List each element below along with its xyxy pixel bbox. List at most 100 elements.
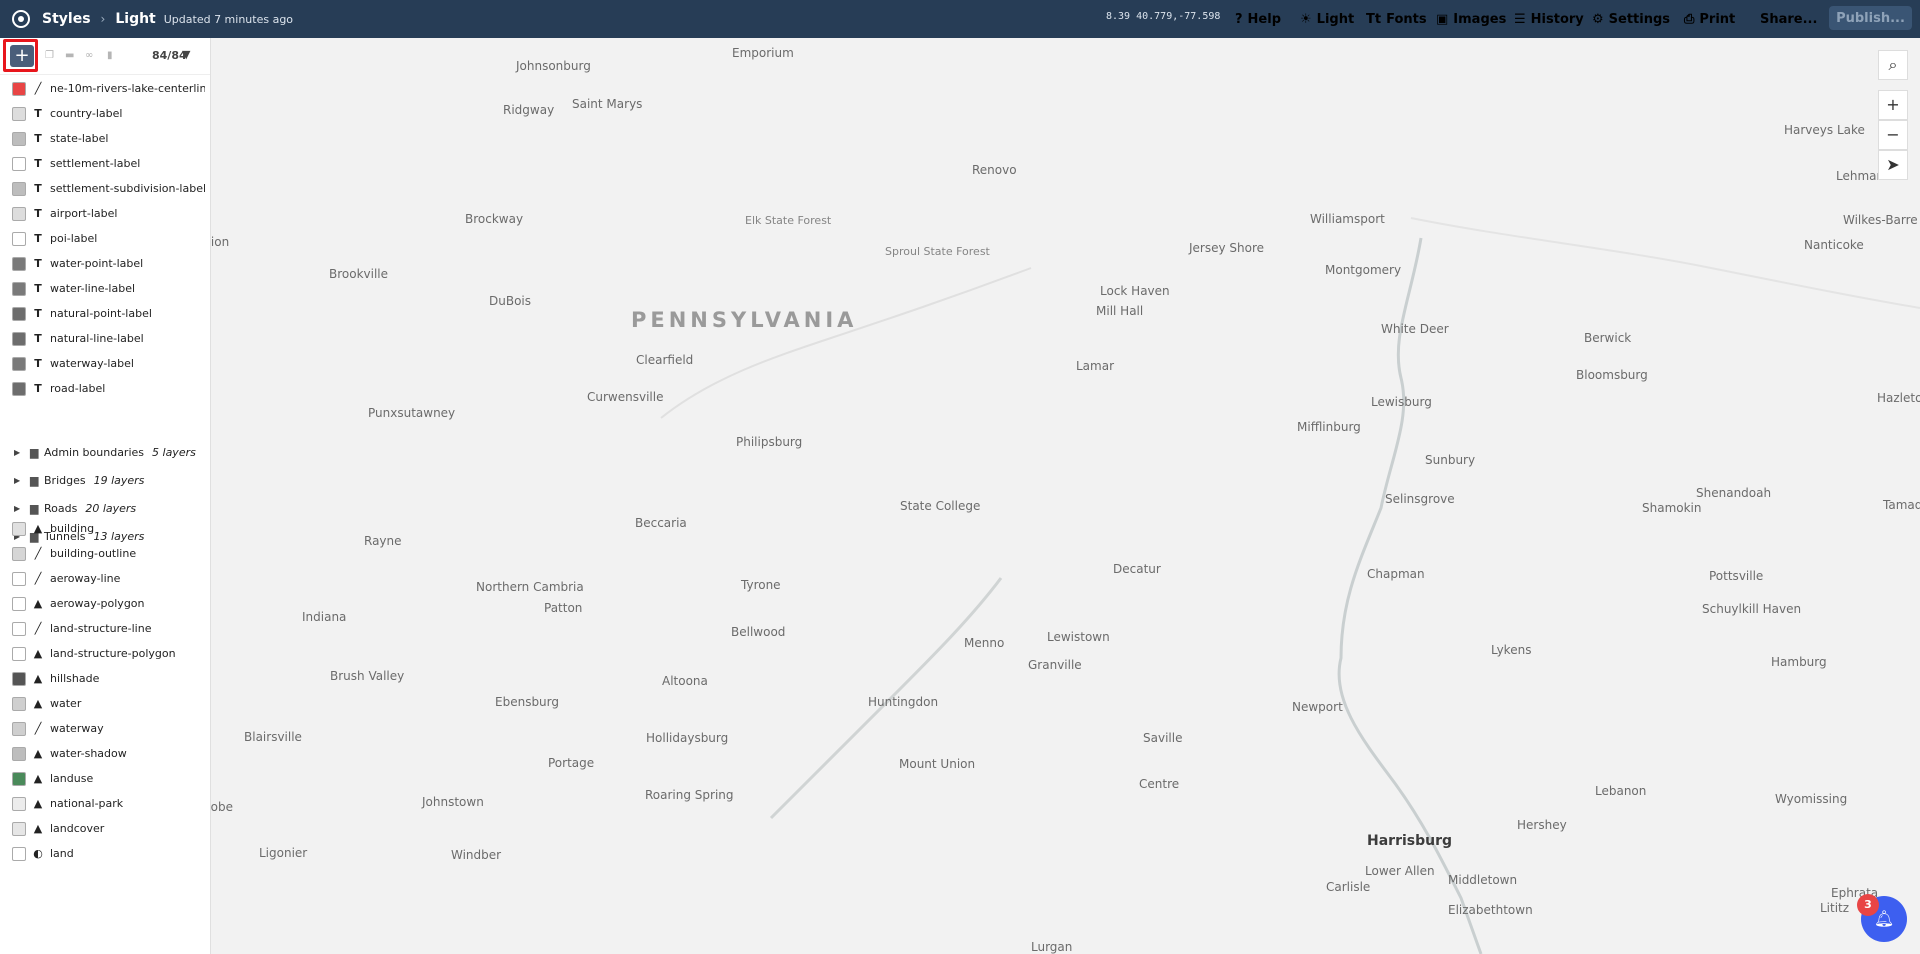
- app-logo-icon[interactable]: [12, 10, 30, 28]
- symbol-type-icon: T: [34, 232, 42, 245]
- map-place-label: Sproul State Forest: [885, 245, 990, 258]
- layer-color-swatch: [12, 846, 26, 861]
- expand-arrow-icon[interactable]: ▶: [14, 448, 20, 457]
- layer-group[interactable]: ▶ ▆ Admin boundaries 5 layers: [0, 438, 210, 466]
- layer-row[interactable]: ╱ waterway: [0, 716, 210, 741]
- print-button[interactable]: ⎙ Print: [1684, 0, 1735, 38]
- map-place-label: Portage: [548, 756, 595, 770]
- folder-icon: ▆: [30, 473, 39, 487]
- map-place-label: Schuylkill Haven: [1702, 602, 1802, 616]
- layer-row[interactable]: ▲ building: [0, 516, 210, 541]
- layer-row[interactable]: ▲ water-shadow: [0, 741, 210, 766]
- layer-row[interactable]: ▲ national-park: [0, 791, 210, 816]
- layer-name: poi-label: [50, 232, 98, 245]
- layer-row[interactable]: Twaterway-label: [0, 351, 210, 376]
- layer-name: settlement-subdivision-label: [50, 182, 205, 195]
- map-place-label: Elizabethtown: [1448, 903, 1533, 917]
- duplicate-icon[interactable]: ❐: [45, 50, 54, 61]
- map-place-label: Centre: [1139, 777, 1180, 791]
- layer-group[interactable]: ▶ ▆ Bridges 19 layers: [0, 466, 210, 494]
- line-type-icon: ╱: [34, 547, 42, 560]
- images-button[interactable]: ▣ Images: [1436, 0, 1506, 38]
- folder-icon[interactable]: ▬: [65, 50, 74, 61]
- map-coordinates: 8.39 40.779,-77.598: [1106, 11, 1221, 22]
- map-place-label: Newport: [1292, 700, 1343, 714]
- symbol-type-icon: T: [34, 382, 42, 395]
- layer-row[interactable]: ▲ hillshade: [0, 666, 210, 691]
- map-place-label: Bellwood: [731, 625, 786, 639]
- layer-row[interactable]: Twater-point-label: [0, 251, 210, 276]
- layer-row[interactable]: ╱ land-structure-line: [0, 616, 210, 641]
- layer-color-swatch: [12, 356, 26, 371]
- breadcrumb-styles[interactable]: Styles: [42, 11, 91, 27]
- map-place-label: Brookville: [329, 267, 389, 281]
- fill-type-icon: ▲: [33, 672, 43, 685]
- layer-row[interactable]: ▲ land-structure-polygon: [0, 641, 210, 666]
- layer-row[interactable]: Tnatural-point-label: [0, 301, 210, 326]
- history-icon: ☰: [1514, 11, 1526, 27]
- help-icon: ?: [1235, 11, 1243, 27]
- layer-row[interactable]: Tstate-label: [0, 126, 210, 151]
- layer-row[interactable]: Tsettlement-label: [0, 151, 210, 176]
- map-search-button[interactable]: ⌕: [1878, 50, 1908, 80]
- map-place-label: Nanticoke: [1804, 238, 1864, 252]
- layer-row[interactable]: Troad-label: [0, 376, 210, 401]
- share-button[interactable]: Share...: [1760, 0, 1817, 38]
- layer-row[interactable]: Tpoi-label: [0, 226, 210, 251]
- layer-name: airport-label: [50, 207, 118, 220]
- fill-type-icon: ▲: [33, 697, 43, 710]
- zoom-in-button[interactable]: +: [1878, 90, 1908, 120]
- layer-row[interactable]: ▲ landuse: [0, 766, 210, 791]
- layer-name: country-label: [50, 107, 123, 120]
- light-button[interactable]: ☀ Light: [1300, 0, 1354, 38]
- layer-row[interactable]: Tsettlement-subdivision-label: [0, 176, 210, 201]
- gear-icon: ⚙: [1592, 11, 1604, 27]
- layer-color-swatch: [12, 381, 26, 396]
- layer-name: landuse: [50, 772, 94, 785]
- layer-row[interactable]: ▲ water: [0, 691, 210, 716]
- settings-button[interactable]: ⚙ Settings: [1592, 0, 1670, 38]
- help-button[interactable]: ? Help: [1235, 0, 1281, 38]
- chevron-right-icon: ›: [100, 12, 106, 26]
- zoom-out-button[interactable]: −: [1878, 120, 1908, 150]
- layer-row[interactable]: ▲ landcover: [0, 816, 210, 841]
- compass-button[interactable]: ➤: [1878, 150, 1908, 180]
- map-place-label: Brockway: [465, 212, 524, 226]
- layer-row[interactable]: ◐ land: [0, 841, 210, 866]
- map-place-label: Williamsport: [1310, 212, 1385, 226]
- map-place-label: Brush Valley: [330, 669, 405, 683]
- expand-arrow-icon[interactable]: ▶: [14, 504, 20, 513]
- layer-row[interactable]: Twater-line-label: [0, 276, 210, 301]
- layer-name: land: [50, 847, 74, 860]
- map-place-label: Tyrone: [741, 578, 781, 592]
- link-icon[interactable]: ∞: [85, 50, 93, 61]
- symbol-type-icon: T: [34, 357, 42, 370]
- print-icon: ⎙: [1684, 11, 1695, 27]
- layer-row[interactable]: Tnatural-line-label: [0, 326, 210, 351]
- layer-color-swatch: [12, 181, 26, 196]
- map-place-label: Carlisle: [1326, 880, 1371, 894]
- layer-row[interactable]: Tcountry-label: [0, 101, 210, 126]
- expand-arrow-icon[interactable]: ▶: [14, 476, 20, 485]
- layer-row[interactable]: ▲ aeroway-polygon: [0, 591, 210, 616]
- history-button[interactable]: ☰ History: [1514, 0, 1584, 38]
- layer-name: aeroway-line: [50, 572, 121, 585]
- style-name[interactable]: Light: [115, 11, 155, 27]
- notification-count-badge: 3: [1857, 894, 1879, 916]
- layer-row[interactable]: ╱ building-outline: [0, 541, 210, 566]
- background-type-icon: ◐: [33, 847, 43, 860]
- map-place-label: Mill Hall: [1096, 304, 1144, 318]
- map-canvas[interactable]: PENNSYLVANIA Elk State Forest Sproul State…: [211, 38, 1920, 954]
- layer-row[interactable]: ╱ ne-10m-rivers-lake-centerline-1...: [0, 76, 210, 101]
- search-icon: ⌕: [1888, 55, 1898, 74]
- layer-color-swatch: [12, 796, 26, 811]
- publish-button[interactable]: Publish...: [1829, 6, 1912, 30]
- add-layer-button[interactable]: +: [10, 45, 34, 67]
- layer-row[interactable]: ╱ aeroway-line: [0, 566, 210, 591]
- trash-icon[interactable]: ▮: [107, 50, 113, 61]
- map-place-label: Hamburg: [1771, 655, 1827, 669]
- map-place-label: Indiana: [302, 610, 347, 624]
- fonts-button[interactable]: Tt Fonts: [1366, 0, 1427, 38]
- layer-row[interactable]: Tairport-label: [0, 201, 210, 226]
- filter-icon[interactable]: ▼: [182, 48, 190, 61]
